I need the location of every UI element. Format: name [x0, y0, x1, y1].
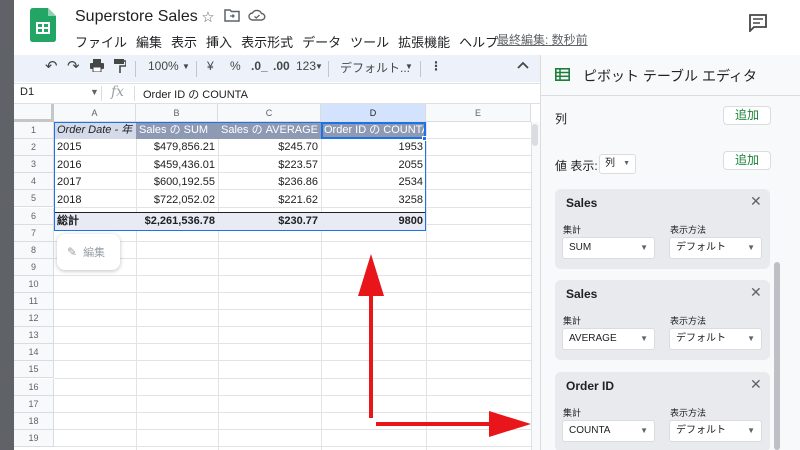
annotation-arrows [358, 254, 531, 437]
arrow-right-head [489, 411, 531, 437]
arrow-up-head [358, 254, 384, 296]
